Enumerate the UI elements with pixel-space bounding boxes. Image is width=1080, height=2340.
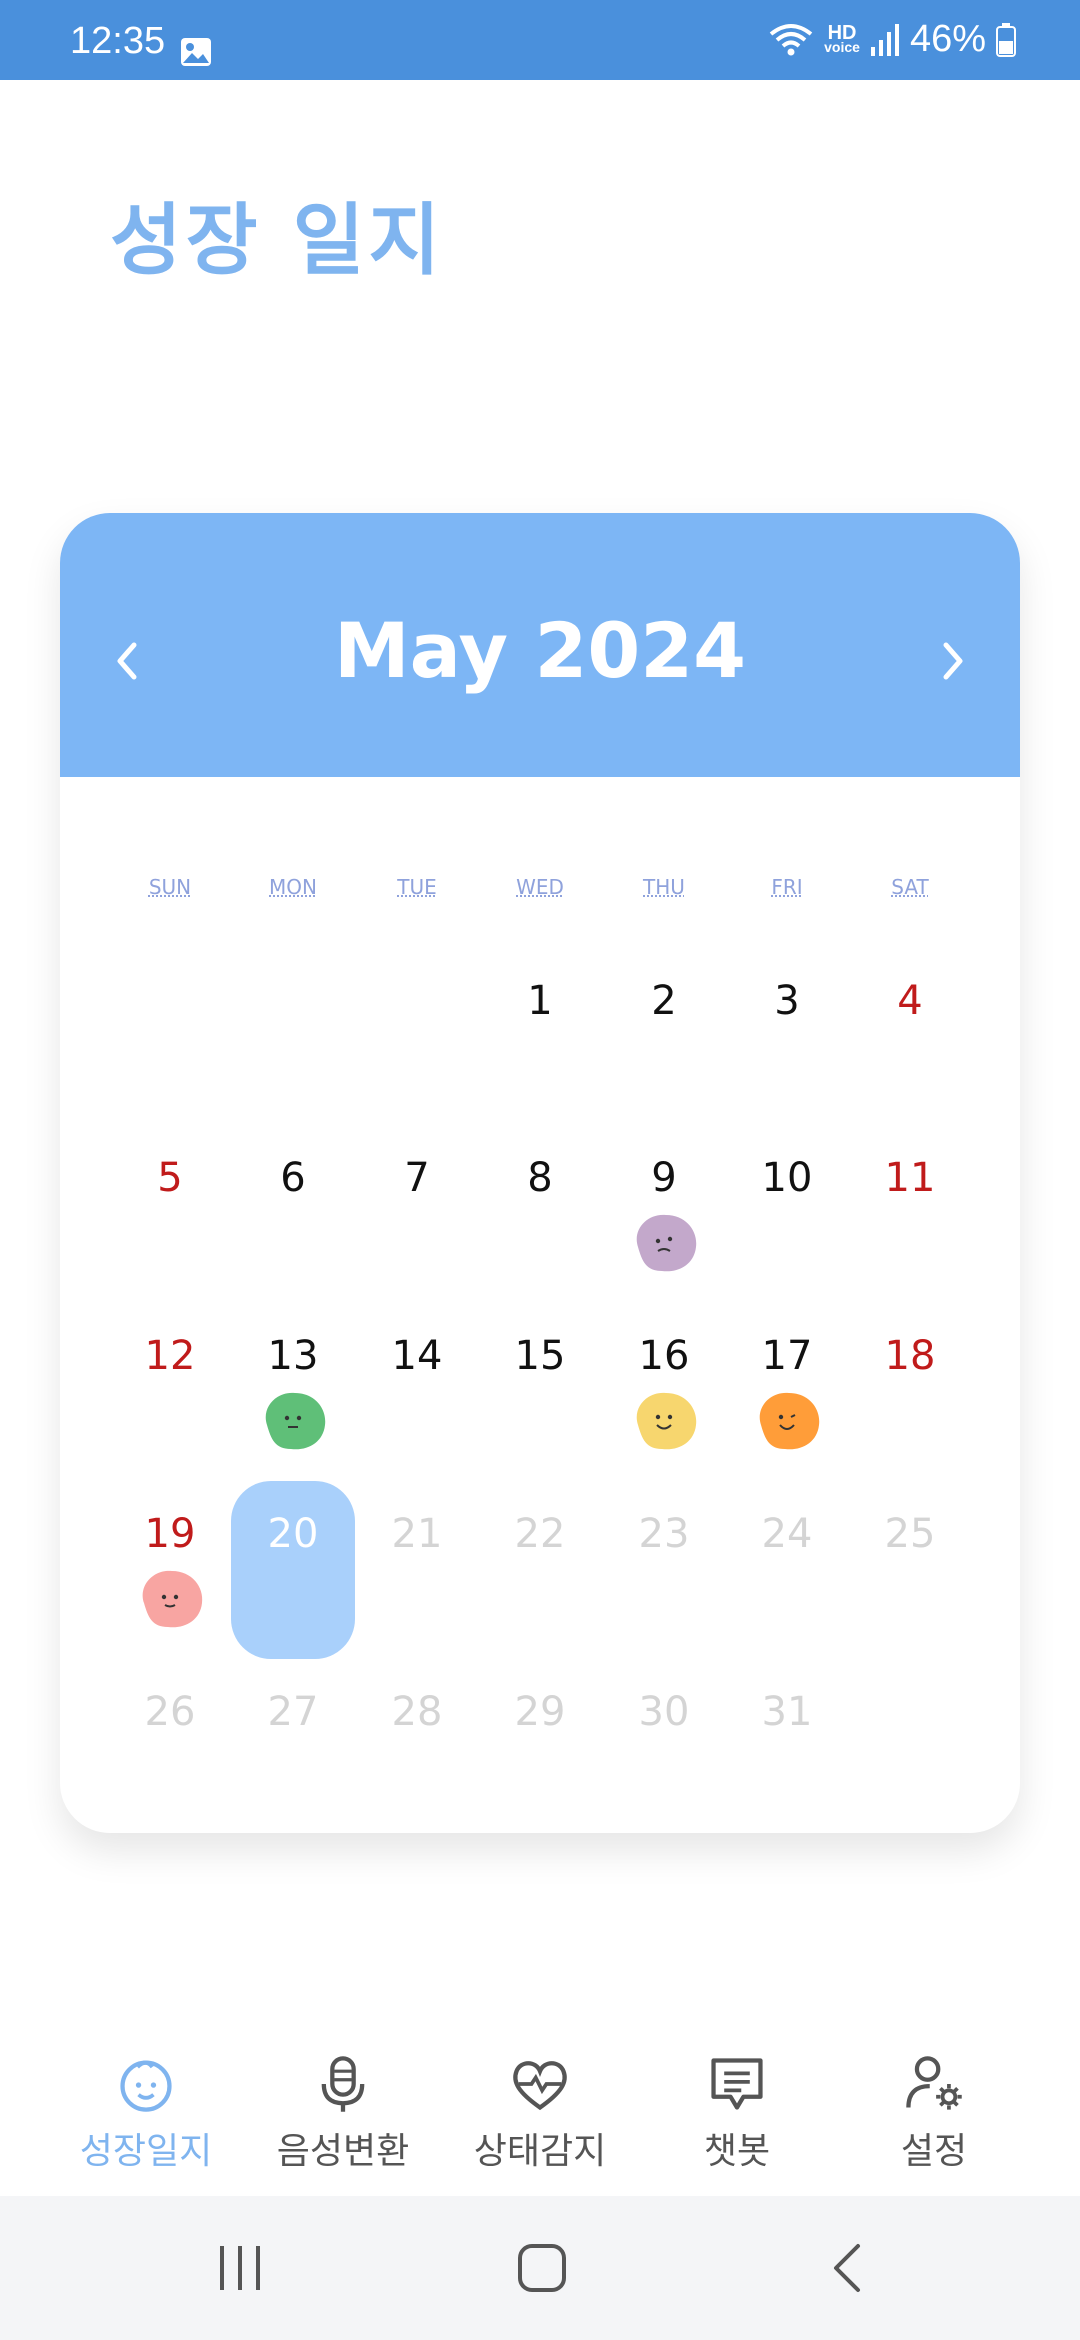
day-24[interactable]: 24 — [725, 1511, 849, 1557]
chat-bubble-icon — [711, 2058, 763, 2110]
day-16[interactable]: 16 — [602, 1333, 726, 1379]
hd-label: HD — [827, 21, 857, 44]
day-22[interactable]: 22 — [478, 1511, 602, 1557]
day-17[interactable]: 17 — [725, 1333, 849, 1379]
day-19[interactable]: 19 — [108, 1511, 232, 1557]
day-5[interactable]: 5 — [108, 1155, 232, 1201]
day-9[interactable]: 9 — [602, 1155, 726, 1201]
heart-pulse-icon — [513, 2061, 567, 2111]
day-15[interactable]: 15 — [478, 1333, 602, 1379]
day-31[interactable]: 31 — [725, 1689, 849, 1735]
day-11[interactable]: 11 — [848, 1155, 972, 1201]
day-6[interactable]: 6 — [231, 1155, 355, 1201]
weekday-wed: WED — [516, 875, 564, 899]
weekday-sun: SUN — [148, 875, 192, 899]
day-23[interactable]: 23 — [602, 1511, 726, 1557]
nav-item-label: 챗봇 — [703, 2131, 771, 2172]
hd-voice-indicator: HD voice — [824, 21, 860, 55]
recent-apps-button[interactable] — [214, 2240, 266, 2296]
day-3[interactable]: 3 — [725, 978, 849, 1024]
day-30[interactable]: 30 — [602, 1689, 726, 1735]
voice-label: voice — [824, 38, 860, 55]
today-highlight — [231, 1481, 355, 1659]
calendar-header: May 2024 — [60, 513, 1020, 777]
wifi-icon — [769, 23, 813, 55]
day-13[interactable]: 13 — [231, 1333, 355, 1379]
mood-calm-icon[interactable] — [253, 1385, 333, 1455]
day-21[interactable]: 21 — [355, 1511, 479, 1557]
battery-percent: 46% — [909, 18, 986, 60]
day-4[interactable]: 4 — [848, 978, 972, 1024]
day-12[interactable]: 12 — [108, 1333, 232, 1379]
day-27[interactable]: 27 — [231, 1689, 355, 1735]
page-title: 성장 일지 — [110, 196, 445, 286]
nav-item-3[interactable]: 챗봇 — [647, 2052, 827, 2174]
nav-item-4[interactable]: 설정 — [844, 2052, 1024, 2174]
weekday-mon: MON — [269, 875, 317, 899]
signal-icon — [870, 23, 899, 56]
mood-content-icon[interactable] — [130, 1563, 210, 1633]
day-20[interactable]: 20 — [231, 1511, 355, 1557]
weekday-fri: FRI — [771, 875, 803, 899]
day-2[interactable]: 2 — [602, 978, 726, 1024]
mood-sad-icon[interactable] — [624, 1207, 704, 1277]
mood-happy-icon[interactable] — [624, 1385, 704, 1455]
nav-item-label: 성장일지 — [79, 2131, 213, 2172]
next-month-button[interactable] — [934, 631, 974, 691]
day-10[interactable]: 10 — [725, 1155, 849, 1201]
mood-joyful-icon[interactable] — [747, 1385, 827, 1455]
weekday-sat: SAT — [891, 875, 929, 899]
nav-item-1[interactable]: 음성변환 — [253, 2052, 433, 2174]
day-1[interactable]: 1 — [478, 978, 602, 1024]
nav-item-0[interactable]: 성장일지 — [56, 2052, 236, 2174]
day-29[interactable]: 29 — [478, 1689, 602, 1735]
home-button[interactable] — [514, 2240, 570, 2296]
day-14[interactable]: 14 — [355, 1333, 479, 1379]
user-settings-icon — [906, 2056, 962, 2110]
day-26[interactable]: 26 — [108, 1689, 232, 1735]
day-25[interactable]: 25 — [848, 1511, 972, 1557]
bottom-nav: 성장일지 음성변환 상태감지 챗봇 설정 — [0, 2040, 1080, 2190]
baby-face-icon — [120, 2060, 172, 2112]
calendar-card: May 2024 SUN MON TUE WED THU FRI SAT 123456789… — [60, 513, 1020, 1833]
month-label: May 2024 — [333, 606, 747, 695]
nav-item-label: 음성변환 — [276, 2131, 410, 2172]
day-8[interactable]: 8 — [478, 1155, 602, 1201]
nav-item-label: 설정 — [900, 2131, 968, 2172]
weekday-thu: THU — [643, 875, 685, 899]
day-7[interactable]: 7 — [355, 1155, 479, 1201]
status-bar: 12:35 HD voice 46% — [0, 0, 1080, 80]
nav-item-label: 상태감지 — [473, 2131, 607, 2172]
system-nav-bar — [0, 2196, 1080, 2340]
battery-icon — [996, 22, 1016, 57]
day-18[interactable]: 18 — [848, 1333, 972, 1379]
day-28[interactable]: 28 — [355, 1689, 479, 1735]
microphone-icon — [321, 2056, 365, 2112]
status-time: 12:35 — [70, 20, 166, 62]
weekday-tue: TUE — [397, 875, 437, 899]
back-button[interactable] — [826, 2240, 870, 2296]
image-notification-icon — [181, 38, 211, 66]
nav-item-2[interactable]: 상태감지 — [450, 2052, 630, 2174]
